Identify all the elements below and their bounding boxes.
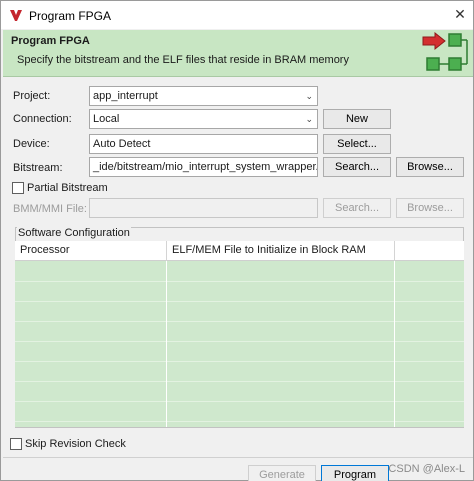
program-arrow-icon bbox=[422, 32, 468, 71]
table-header: Processor ELF/MEM File to Initialize in … bbox=[15, 241, 464, 261]
software-config-title: Software Configuration bbox=[17, 227, 131, 239]
project-select[interactable]: app_interrupt ⌄ bbox=[89, 86, 318, 106]
bitstream-label: Bitstream: bbox=[13, 162, 63, 174]
device-label: Device: bbox=[13, 138, 50, 150]
software-config-table[interactable]: Processor ELF/MEM File to Initialize in … bbox=[15, 241, 464, 427]
banner-subtitle: Specify the bitstream and the ELF files … bbox=[17, 54, 349, 66]
footer-separator bbox=[3, 457, 473, 458]
close-button[interactable]: ✕ bbox=[451, 5, 469, 23]
banner-title: Program FPGA bbox=[11, 35, 90, 47]
program-button[interactable]: Program bbox=[321, 465, 389, 481]
program-fpga-dialog: Program FPGA ✕ Program FPGA Specify the … bbox=[0, 0, 474, 481]
bmm-file-input[interactable] bbox=[89, 198, 318, 218]
bmm-search-button[interactable]: Search... bbox=[323, 198, 391, 218]
chevron-down-icon: ⌄ bbox=[305, 114, 313, 124]
column-header-elf-file[interactable]: ELF/MEM File to Initialize in Block RAM bbox=[172, 244, 366, 256]
select-device-button[interactable]: Select... bbox=[323, 134, 391, 154]
device-value: Auto Detect bbox=[93, 138, 151, 150]
bitstream-input[interactable]: _ide/bitstream/mio_interrupt_system_wrap… bbox=[89, 157, 318, 177]
device-field[interactable]: Auto Detect bbox=[89, 134, 318, 154]
connection-select[interactable]: Local ⌄ bbox=[89, 109, 318, 129]
new-connection-button[interactable]: New bbox=[323, 109, 391, 129]
title-bar: Program FPGA ✕ bbox=[1, 1, 473, 29]
chevron-down-icon: ⌄ bbox=[305, 91, 313, 101]
csdn-watermark: CSDN @Alex-L bbox=[388, 463, 465, 475]
connection-label: Connection: bbox=[13, 113, 72, 125]
connection-value: Local bbox=[93, 113, 120, 125]
vitis-logo-icon bbox=[10, 10, 22, 21]
skip-revision-check-checkbox[interactable] bbox=[10, 438, 22, 450]
skip-revision-check-label: Skip Revision Check bbox=[25, 438, 126, 450]
partial-bitstream-checkbox[interactable] bbox=[12, 182, 24, 194]
column-header-processor[interactable]: Processor bbox=[20, 244, 70, 256]
bmm-browse-button[interactable]: Browse... bbox=[396, 198, 464, 218]
bitstream-search-button[interactable]: Search... bbox=[323, 157, 391, 177]
partial-bitstream-label: Partial Bitstream bbox=[27, 182, 108, 194]
project-label: Project: bbox=[13, 90, 51, 102]
bmm-file-label: BMM/MMI File: bbox=[13, 203, 87, 215]
header-banner: Program FPGA Specify the bitstream and t… bbox=[3, 30, 473, 77]
window-title: Program FPGA bbox=[29, 9, 112, 23]
generate-button[interactable]: Generate bbox=[248, 465, 316, 481]
bitstream-value: _ide/bitstream/mio_interrupt_system_wrap… bbox=[93, 161, 318, 173]
bitstream-browse-button[interactable]: Browse... bbox=[396, 157, 464, 177]
project-value: app_interrupt bbox=[93, 90, 158, 102]
